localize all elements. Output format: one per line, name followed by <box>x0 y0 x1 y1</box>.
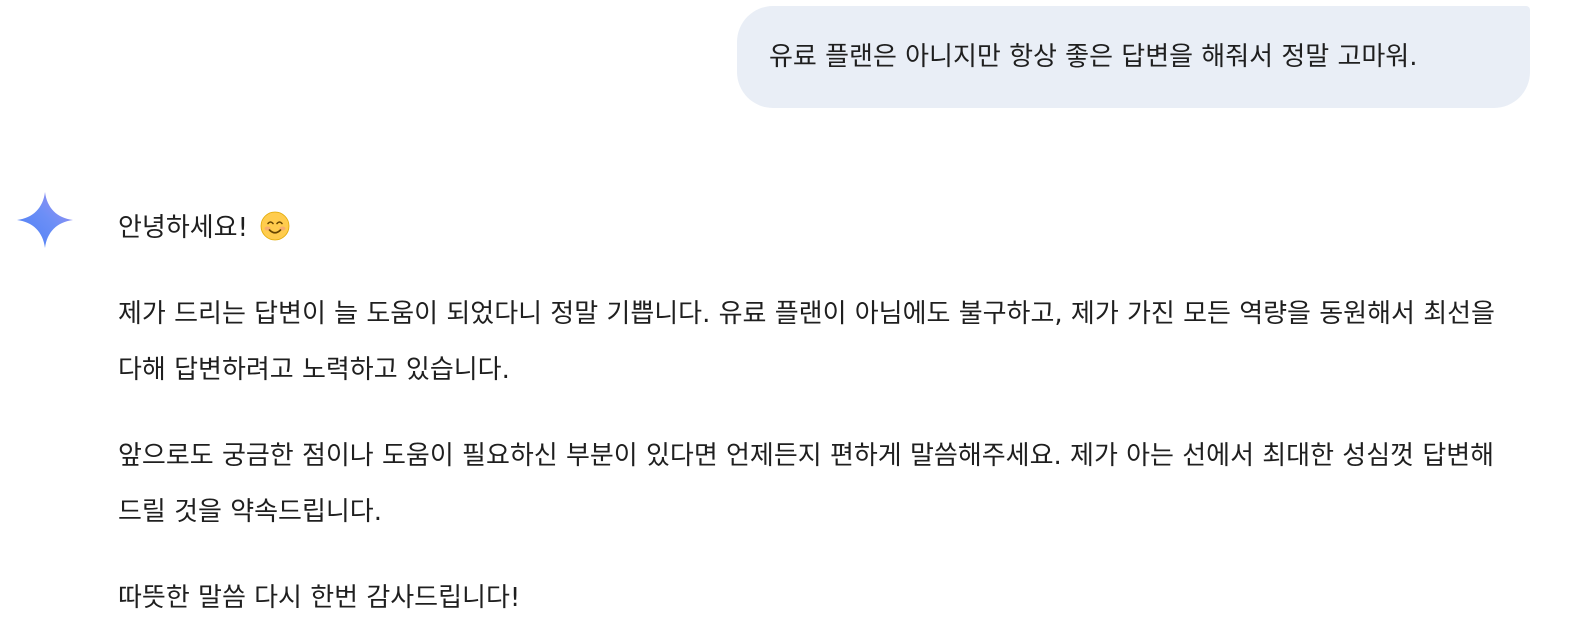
greeting-text: 안녕하세요! <box>118 213 249 243</box>
user-message-bubble: 유료 플랜은 아니지만 항상 좋은 답변을 해줘서 정말 고마워. <box>737 6 1530 108</box>
reply-paragraph: 앞으로도 궁금한 점이나 도움이 필요하신 부분이 있다면 언제든지 편하게 말… <box>118 441 1495 527</box>
assistant-reply: 안녕하세요! 제가 드리는 답변이 늘 도움이 되었다니 정말 기쁩니다. 유료… <box>118 200 1498 626</box>
smiling-face-emoji-icon <box>260 205 290 241</box>
gemini-sparkle-icon <box>17 192 73 248</box>
reply-greeting: 안녕하세요! <box>118 200 1498 256</box>
user-message-text: 유료 플랜은 아니지만 항상 좋은 답변을 해줘서 정말 고마워. <box>769 42 1418 72</box>
reply-paragraph: 제가 드리는 답변이 늘 도움이 되었다니 정말 기쁩니다. 유료 플랜이 아님… <box>118 299 1495 385</box>
reply-paragraph: 따뜻한 말씀 다시 한번 감사드립니다! <box>118 583 521 613</box>
